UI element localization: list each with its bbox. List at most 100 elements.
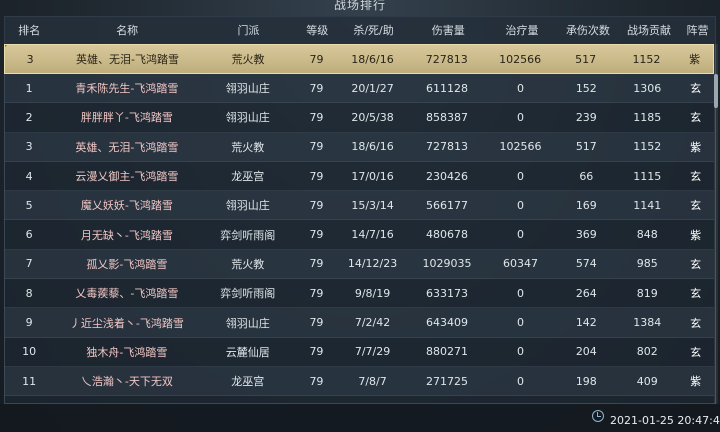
header-contribution[interactable]: 战场贡献 (619, 22, 679, 38)
header-tank[interactable]: 承伤次数 (557, 22, 619, 38)
table-row[interactable]: 1 青禾陈先生-飞鸿踏雪 翎羽山庄 79 20/1/27 611128 0 15… (4, 74, 714, 104)
player-name: 乀浩瀚丶-天下无双 (80, 375, 173, 389)
damage-cell: 566177 (426, 198, 469, 212)
header-rank[interactable]: 排名 (4, 22, 54, 38)
table-row[interactable]: 2 胖胖胖丫-飞鸿踏雪 翎羽山庄 79 20/5/38 858387 0 239… (4, 103, 714, 133)
heal-cell: 0 (517, 286, 525, 300)
table-row[interactable]: 5 魔乂妖妖-飞鸿踏雪 翎羽山庄 79 15/3/14 566177 0 169… (4, 191, 714, 221)
sect-cell: 弈剑听雨阁 (220, 228, 276, 242)
sect-cell: 翎羽山庄 (225, 111, 270, 125)
table-row[interactable]: 11 乀浩瀚丶-天下无双 龙巫宫 79 7/8/7 271725 0 198 4… (4, 366, 714, 397)
kda-cell: 14/7/16 (351, 228, 394, 242)
rank-cell: 10 (22, 345, 37, 359)
sect-cell: 弈剑听雨阁 (220, 287, 276, 301)
camp-cell: 玄 (690, 170, 702, 184)
sect-cell: 龙巫宫 (231, 375, 265, 389)
player-name: 云漫乂御主-飞鸿踏雪 (75, 170, 179, 184)
tank-cell: 152 (575, 81, 597, 95)
heal-cell: 0 (517, 316, 525, 330)
contribution-cell: 1141 (633, 198, 662, 212)
table-row[interactable]: 6 月无缺丶-飞鸿踏雪 弈剑听雨阁 79 14/7/16 480678 0 36… (4, 220, 714, 250)
rank-cell: 2 (25, 110, 33, 124)
header-kda[interactable]: 杀/死/助 (338, 22, 410, 38)
player-name: 丿近尘浅着丶-飞鸿踏雪 (69, 316, 184, 330)
list-scrollbar[interactable] (714, 44, 718, 404)
player-name: 孤乂影-飞鸿踏雪 (86, 257, 168, 271)
ranking-list: 3 英雄、无泪-飞鸿踏雪 荒火教 79 18/6/16 727813 10256… (4, 44, 714, 397)
player-name: 青禾陈先生-飞鸿踏雪 (75, 82, 179, 96)
table-row[interactable]: 4 云漫乂御主-飞鸿踏雪 龙巫宫 79 17/0/16 230426 0 66 … (4, 162, 714, 192)
rank-cell: 8 (25, 286, 33, 300)
header-name[interactable]: 名称 (54, 22, 200, 38)
kda-cell: 18/6/16 (351, 52, 394, 66)
level-cell: 79 (309, 316, 324, 330)
header-damage[interactable]: 伤害量 (409, 22, 487, 38)
table-row[interactable]: 3 英雄、无泪-飞鸿踏雪 荒火教 79 18/6/16 727813 10256… (4, 132, 714, 162)
tank-cell: 239 (575, 110, 597, 124)
camp-cell: 玄 (690, 199, 702, 213)
heal-cell: 0 (517, 374, 525, 388)
level-cell: 79 (309, 110, 324, 124)
rank-cell: 5 (25, 198, 33, 212)
heal-cell: 0 (517, 169, 525, 183)
camp-cell: 玄 (690, 287, 702, 301)
player-name: 独木舟-飞鸿踏雪 (86, 345, 168, 359)
kda-cell: 9/8/19 (354, 286, 391, 300)
damage-cell: 643409 (426, 316, 469, 330)
sect-cell: 荒火教 (231, 257, 265, 271)
window-title: 战场排行 (333, 0, 386, 12)
contribution-cell: 1115 (633, 169, 662, 183)
level-cell: 79 (309, 169, 324, 183)
camp-cell: 紫 (689, 53, 701, 66)
sect-cell: 云麓仙居 (225, 345, 270, 359)
self-row[interactable]: 3 英雄、无泪-飞鸿踏雪 荒火教 79 18/6/16 727813 10256… (4, 44, 714, 74)
damage-cell: 271725 (426, 374, 469, 388)
damage-cell: 858387 (426, 110, 469, 124)
player-name: 胖胖胖丫-飞鸿踏雪 (80, 111, 173, 125)
kda-cell: 7/8/7 (358, 374, 387, 388)
contribution-cell: 985 (636, 257, 658, 271)
damage-cell: 727813 (425, 52, 468, 66)
table-row[interactable]: 9 丿近尘浅着丶-飞鸿踏雪 翎羽山庄 79 7/2/42 643409 0 14… (4, 308, 714, 338)
camp-cell: 玄 (690, 345, 702, 359)
header-heal[interactable]: 治疗量 (487, 22, 557, 38)
heal-cell: 0 (517, 345, 525, 359)
level-cell: 79 (309, 228, 324, 242)
kda-cell: 18/6/16 (351, 140, 394, 154)
camp-cell: 紫 (690, 140, 702, 154)
level-cell: 79 (309, 198, 324, 212)
header-sect[interactable]: 门派 (200, 22, 297, 38)
rank-cell: 9 (25, 316, 33, 330)
header-level[interactable]: 等级 (297, 22, 338, 38)
damage-cell: 727813 (426, 140, 469, 154)
kda-cell: 7/2/42 (354, 316, 391, 330)
heal-cell: 102566 (499, 52, 542, 66)
heal-cell: 0 (517, 110, 525, 124)
kda-cell: 17/0/16 (351, 169, 394, 183)
tank-cell: 66 (579, 169, 594, 183)
contribution-cell: 409 (636, 374, 658, 388)
tank-cell: 204 (575, 345, 597, 359)
table-row[interactable]: 10 独木舟-飞鸿踏雪 云麓仙居 79 7/7/29 880271 0 204 … (4, 338, 714, 367)
tank-cell: 517 (575, 52, 597, 66)
scrollbar-thumb[interactable] (714, 74, 718, 108)
header-camp[interactable]: 阵营 (679, 22, 716, 38)
damage-cell: 480678 (426, 228, 469, 242)
heal-cell: 0 (517, 228, 525, 242)
kda-cell: 20/1/27 (351, 81, 394, 95)
kda-cell: 7/7/29 (354, 345, 391, 359)
kda-cell: 14/12/23 (347, 257, 398, 271)
sect-cell: 翎羽山庄 (225, 82, 270, 96)
camp-cell: 紫 (690, 375, 702, 389)
sect-cell: 翎羽山庄 (225, 199, 270, 213)
tank-cell: 574 (575, 257, 597, 271)
damage-cell: 611128 (426, 81, 469, 95)
contribution-cell: 1185 (633, 110, 662, 124)
camp-cell: 玄 (690, 111, 702, 125)
sect-cell: 荒火教 (231, 53, 265, 66)
contribution-cell: 1152 (632, 52, 661, 66)
table-row[interactable]: 8 乂毒蒺藜、-飞鸿踏雪 弈剑听雨阁 79 9/8/19 633173 0 26… (4, 279, 714, 309)
clock-icon (592, 410, 604, 422)
table-row[interactable]: 7 孤乂影-飞鸿踏雪 荒火教 79 14/12/23 1029035 60347… (4, 249, 714, 280)
camp-cell: 玄 (690, 316, 702, 330)
